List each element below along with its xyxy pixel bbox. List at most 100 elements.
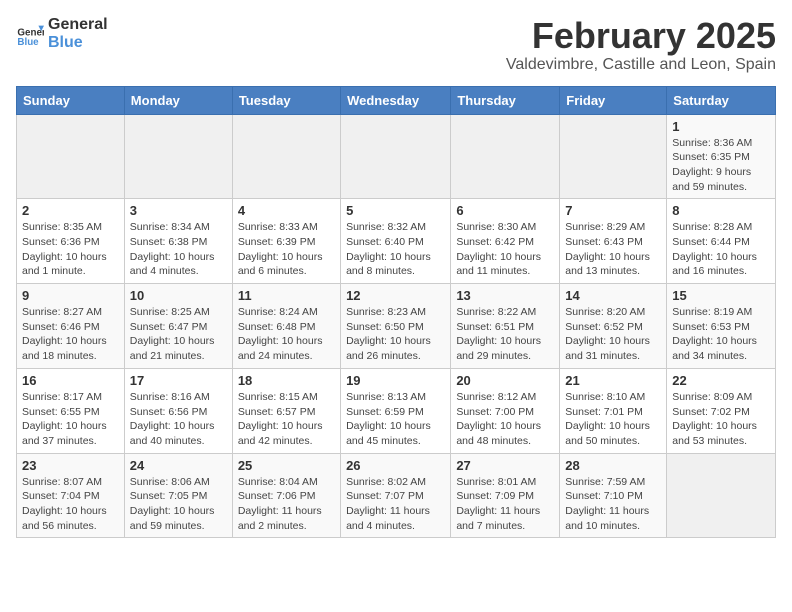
day-number: 7	[565, 203, 661, 218]
day-detail: Sunrise: 8:01 AM Sunset: 7:09 PM Dayligh…	[456, 475, 554, 534]
day-number: 28	[565, 458, 661, 473]
calendar-cell	[451, 114, 560, 199]
day-number: 14	[565, 288, 661, 303]
day-number: 26	[346, 458, 445, 473]
calendar-cell: 18Sunrise: 8:15 AM Sunset: 6:57 PM Dayli…	[232, 368, 340, 453]
calendar-cell: 10 Sunrise: 8:25 AM Sunset: 6:47 PM Dayli…	[124, 284, 232, 369]
calendar-cell: 1Sunrise: 8:36 AM Sunset: 6:35 PM Daylig…	[667, 114, 776, 199]
logo: General Blue General Blue	[16, 16, 108, 52]
day-header-saturday: Saturday	[667, 86, 776, 114]
day-detail: Sunrise: 8:24 AM Sunset: 6:48 PM Dayligh…	[238, 305, 335, 364]
day-number: 1	[672, 119, 770, 134]
day-detail: Sunrise: 8:23 AM Sunset: 6:50 PM Dayligh…	[346, 305, 445, 364]
day-header-friday: Friday	[560, 86, 667, 114]
calendar-cell: 19 Sunrise: 8:13 AM Sunset: 6:59 PM Dayli…	[341, 368, 451, 453]
day-number: 4	[238, 203, 335, 218]
logo-icon: General Blue	[16, 20, 44, 48]
day-detail: Sunrise: 8:30 AM Sunset: 6:42 PM Dayligh…	[456, 220, 554, 279]
calendar-cell	[341, 114, 451, 199]
calendar-cell: 28Sunrise: 7:59 AM Sunset: 7:10 PM Dayli…	[560, 453, 667, 538]
day-number: 2	[22, 203, 119, 218]
calendar-cell: 2 Sunrise: 8:35 AM Sunset: 6:36 PM Daylig…	[17, 199, 125, 284]
calendar-week-row: 16 Sunrise: 8:17 AM Sunset: 6:55 PM Dayli…	[17, 368, 776, 453]
calendar-cell: 25 Sunrise: 8:04 AM Sunset: 7:06 PM Dayli…	[232, 453, 340, 538]
calendar-cell: 17Sunrise: 8:16 AM Sunset: 6:56 PM Dayli…	[124, 368, 232, 453]
calendar-week-row: 9 Sunrise: 8:27 AM Sunset: 6:46 PM Daylig…	[17, 284, 776, 369]
day-number: 24	[130, 458, 227, 473]
calendar-header-row: SundayMondayTuesdayWednesdayThursdayFrid…	[17, 86, 776, 114]
day-number: 3	[130, 203, 227, 218]
day-detail: Sunrise: 8:32 AM Sunset: 6:40 PM Dayligh…	[346, 220, 445, 279]
calendar-table: SundayMondayTuesdayWednesdayThursdayFrid…	[16, 86, 776, 539]
month-title: February 2025	[506, 16, 776, 56]
calendar-cell: 11 Sunrise: 8:24 AM Sunset: 6:48 PM Dayli…	[232, 284, 340, 369]
calendar-cell	[560, 114, 667, 199]
day-detail: Sunrise: 8:29 AM Sunset: 6:43 PM Dayligh…	[565, 220, 661, 279]
calendar-cell: 12Sunrise: 8:23 AM Sunset: 6:50 PM Dayli…	[341, 284, 451, 369]
day-number: 11	[238, 288, 335, 303]
day-number: 6	[456, 203, 554, 218]
day-number: 5	[346, 203, 445, 218]
day-number: 8	[672, 203, 770, 218]
calendar-cell: 15Sunrise: 8:19 AM Sunset: 6:53 PM Dayli…	[667, 284, 776, 369]
calendar-cell: 5 Sunrise: 8:32 AM Sunset: 6:40 PM Daylig…	[341, 199, 451, 284]
calendar-cell: 22 Sunrise: 8:09 AM Sunset: 7:02 PM Dayli…	[667, 368, 776, 453]
day-detail: Sunrise: 8:25 AM Sunset: 6:47 PM Dayligh…	[130, 305, 227, 364]
day-number: 23	[22, 458, 119, 473]
calendar-cell: 24 Sunrise: 8:06 AM Sunset: 7:05 PM Dayli…	[124, 453, 232, 538]
day-number: 20	[456, 373, 554, 388]
day-number: 19	[346, 373, 445, 388]
calendar-cell: 16 Sunrise: 8:17 AM Sunset: 6:55 PM Dayli…	[17, 368, 125, 453]
day-number: 27	[456, 458, 554, 473]
day-number: 22	[672, 373, 770, 388]
day-number: 15	[672, 288, 770, 303]
title-block: February 2025 Valdevimbre, Castille and …	[506, 16, 776, 74]
day-number: 9	[22, 288, 119, 303]
calendar-cell: 3 Sunrise: 8:34 AM Sunset: 6:38 PM Daylig…	[124, 199, 232, 284]
calendar-cell	[667, 453, 776, 538]
calendar-cell: 4 Sunrise: 8:33 AM Sunset: 6:39 PM Daylig…	[232, 199, 340, 284]
logo-line1: General	[48, 16, 108, 34]
day-header-sunday: Sunday	[17, 86, 125, 114]
day-detail: Sunrise: 8:04 AM Sunset: 7:06 PM Dayligh…	[238, 475, 335, 534]
day-header-thursday: Thursday	[451, 86, 560, 114]
calendar-cell: 23 Sunrise: 8:07 AM Sunset: 7:04 PM Dayli…	[17, 453, 125, 538]
day-detail: Sunrise: 8:27 AM Sunset: 6:46 PM Dayligh…	[22, 305, 119, 364]
day-detail: Sunrise: 8:34 AM Sunset: 6:38 PM Dayligh…	[130, 220, 227, 279]
day-number: 21	[565, 373, 661, 388]
calendar-cell: 27 Sunrise: 8:01 AM Sunset: 7:09 PM Dayli…	[451, 453, 560, 538]
calendar-cell	[232, 114, 340, 199]
day-detail: Sunrise: 8:16 AM Sunset: 6:56 PM Dayligh…	[130, 390, 227, 449]
day-number: 16	[22, 373, 119, 388]
day-header-tuesday: Tuesday	[232, 86, 340, 114]
day-detail: Sunrise: 8:06 AM Sunset: 7:05 PM Dayligh…	[130, 475, 227, 534]
calendar-cell: 13 Sunrise: 8:22 AM Sunset: 6:51 PM Dayli…	[451, 284, 560, 369]
calendar-cell: 6 Sunrise: 8:30 AM Sunset: 6:42 PM Daylig…	[451, 199, 560, 284]
day-number: 13	[456, 288, 554, 303]
day-detail: Sunrise: 8:15 AM Sunset: 6:57 PM Dayligh…	[238, 390, 335, 449]
day-detail: Sunrise: 8:17 AM Sunset: 6:55 PM Dayligh…	[22, 390, 119, 449]
calendar-cell: 8Sunrise: 8:28 AM Sunset: 6:44 PM Daylig…	[667, 199, 776, 284]
day-number: 10	[130, 288, 227, 303]
svg-text:Blue: Blue	[17, 37, 39, 48]
day-header-monday: Monday	[124, 86, 232, 114]
day-detail: Sunrise: 8:07 AM Sunset: 7:04 PM Dayligh…	[22, 475, 119, 534]
calendar-week-row: 1Sunrise: 8:36 AM Sunset: 6:35 PM Daylig…	[17, 114, 776, 199]
calendar-week-row: 23 Sunrise: 8:07 AM Sunset: 7:04 PM Dayli…	[17, 453, 776, 538]
day-detail: Sunrise: 8:13 AM Sunset: 6:59 PM Dayligh…	[346, 390, 445, 449]
day-detail: Sunrise: 8:20 AM Sunset: 6:52 PM Dayligh…	[565, 305, 661, 364]
calendar-cell: 7 Sunrise: 8:29 AM Sunset: 6:43 PM Daylig…	[560, 199, 667, 284]
calendar-cell: 20Sunrise: 8:12 AM Sunset: 7:00 PM Dayli…	[451, 368, 560, 453]
day-number: 25	[238, 458, 335, 473]
day-detail: Sunrise: 8:35 AM Sunset: 6:36 PM Dayligh…	[22, 220, 119, 279]
header: General Blue General Blue February 2025 …	[16, 16, 776, 74]
calendar-cell	[124, 114, 232, 199]
day-detail: Sunrise: 8:22 AM Sunset: 6:51 PM Dayligh…	[456, 305, 554, 364]
logo-line2: Blue	[48, 34, 108, 52]
day-detail: Sunrise: 8:09 AM Sunset: 7:02 PM Dayligh…	[672, 390, 770, 449]
day-detail: Sunrise: 8:33 AM Sunset: 6:39 PM Dayligh…	[238, 220, 335, 279]
calendar-cell	[17, 114, 125, 199]
day-detail: Sunrise: 8:10 AM Sunset: 7:01 PM Dayligh…	[565, 390, 661, 449]
day-detail: Sunrise: 8:02 AM Sunset: 7:07 PM Dayligh…	[346, 475, 445, 534]
location-title: Valdevimbre, Castille and Leon, Spain	[506, 56, 776, 74]
